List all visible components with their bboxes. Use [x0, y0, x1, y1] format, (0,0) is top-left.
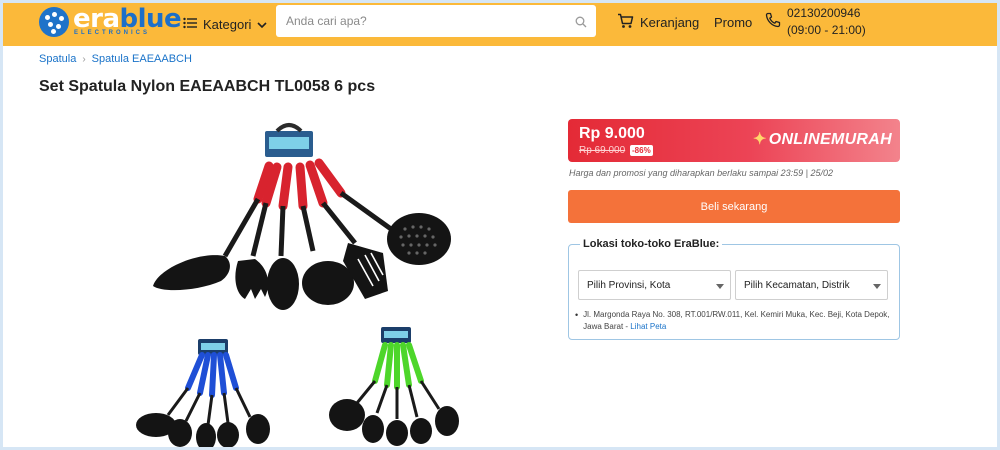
logo-mark-icon: [39, 7, 69, 37]
current-price: Rp 9.000: [579, 125, 645, 142]
promo-link[interactable]: Promo: [714, 15, 752, 30]
kategori-menu-button[interactable]: Kategori: [183, 14, 267, 34]
buy-now-button[interactable]: Beli sekarang: [568, 190, 900, 223]
header-bar: erablue ELECTRONICS Kategori Keranjang P: [3, 3, 997, 46]
store-locations-title: Lokasi toko-toko EraBlue:: [580, 238, 723, 250]
page-frame: erablue ELECTRONICS Kategori Keranjang P: [3, 3, 997, 447]
erablue-logo[interactable]: erablue ELECTRONICS: [39, 4, 182, 40]
price-validity-note: Harga dan promosi yang diharapkan berlak…: [569, 168, 834, 178]
caret-down-icon: [716, 284, 724, 289]
promo-tag-label: ONLINEMURAH: [768, 131, 892, 148]
breadcrumb: Spatula › Spatula EAEAABCH: [39, 53, 192, 65]
breadcrumb-item-current[interactable]: Spatula EAEAABCH: [92, 53, 192, 65]
list-icon: [183, 17, 197, 32]
search-icon[interactable]: [575, 15, 587, 33]
chevron-down-icon: [257, 17, 267, 32]
product-title: Set Spatula Nylon EAEAABCH TL0058 6 pcs: [39, 78, 376, 95]
district-select[interactable]: Pilih Kecamatan, Distrik: [735, 270, 888, 300]
district-select-value: Pilih Kecamatan, Distrik: [744, 279, 850, 291]
promo-tag: ✦ ONLINEMURAH: [753, 129, 892, 149]
breadcrumb-item-spatula[interactable]: Spatula: [39, 53, 76, 65]
province-select-value: Pilih Provinsi, Kota: [587, 279, 671, 291]
product-image-blue[interactable]: [128, 333, 278, 447]
logo-subtitle: ELECTRONICS: [74, 30, 151, 36]
store-locations-box: Lokasi toko-toko EraBlue: Pilih Provinsi…: [568, 238, 900, 340]
kategori-label: Kategori: [203, 16, 252, 32]
store-address-item: • Jl. Margonda Raya No. 308, RT.001/RW.0…: [575, 309, 893, 333]
cart-label: Keranjang: [640, 15, 700, 30]
view-map-link[interactable]: Lihat Peta: [630, 322, 666, 331]
discount-badge: -86%: [630, 145, 653, 156]
bullet-icon: •: [575, 310, 579, 320]
search-input[interactable]: [276, 5, 564, 37]
chevron-right-icon: ›: [82, 53, 86, 65]
original-price: Rp 69.000: [579, 145, 626, 156]
search-box: [276, 5, 596, 37]
phone-hours: (09:00 - 21:00): [787, 23, 866, 37]
price-banner: Rp 9.000 Rp 69.000 -86% ✦ ONLINEMURAH: [568, 119, 900, 162]
hotline-link[interactable]: 02130200946 (09:00 - 21:00): [765, 5, 866, 39]
product-image-main[interactable]: [143, 121, 453, 316]
phone-number: 02130200946: [787, 6, 861, 20]
sparkle-icon: ✦: [752, 131, 767, 148]
cart-icon: [617, 13, 634, 32]
province-select[interactable]: Pilih Provinsi, Kota: [578, 270, 731, 300]
product-image-green[interactable]: [323, 323, 463, 447]
cart-link[interactable]: Keranjang: [617, 13, 699, 32]
caret-down-icon: [873, 284, 881, 289]
phone-icon: [765, 12, 781, 33]
